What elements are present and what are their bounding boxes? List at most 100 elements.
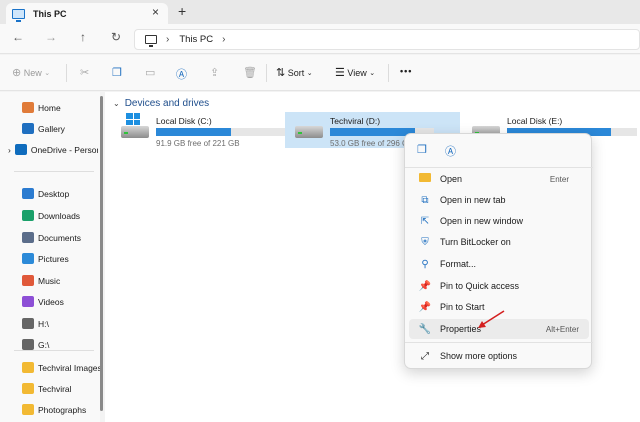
sidebar-item-label: Pictures bbox=[38, 253, 69, 264]
refresh-icon[interactable]: ↻ bbox=[108, 30, 124, 44]
sort-label: Sort bbox=[287, 67, 305, 78]
menu-item-format[interactable]: ⚲ Format... bbox=[409, 254, 589, 274]
chevron-right-icon[interactable]: › bbox=[8, 145, 11, 155]
tab-this-pc[interactable]: This PC × bbox=[6, 3, 168, 24]
menu-item-show-more[interactable]: ⤢ Show more options bbox=[409, 346, 589, 366]
usage-fill bbox=[156, 128, 232, 136]
sidebar-item-home[interactable]: Home bbox=[22, 102, 100, 113]
copy-icon[interactable]: ❐ bbox=[417, 143, 427, 156]
usage-bar bbox=[156, 128, 286, 136]
sidebar-item-label: Photographs bbox=[38, 404, 87, 415]
drive-name: Local Disk (C:) bbox=[156, 116, 212, 126]
sidebar-item-label: Downloads bbox=[38, 210, 81, 221]
up-arrow-icon[interactable]: ↑ bbox=[75, 30, 91, 44]
desktop-icon bbox=[22, 188, 34, 199]
delete-button[interactable]: 🗑 bbox=[243, 66, 257, 79]
menu-item-bitlocker[interactable]: ⛨ Turn BitLocker on bbox=[409, 232, 589, 252]
paste-button[interactable]: ▭ bbox=[145, 66, 155, 79]
menu-item-label: Pin to Quick access bbox=[440, 281, 520, 291]
sidebar-item-music[interactable]: Music📌 bbox=[22, 275, 100, 286]
menu-divider bbox=[405, 167, 593, 168]
video-icon bbox=[22, 296, 34, 307]
back-arrow-icon[interactable]: ← bbox=[10, 30, 26, 44]
folder-icon bbox=[418, 173, 432, 185]
sidebar-item-label: Documents bbox=[38, 232, 81, 243]
this-pc-icon bbox=[12, 8, 25, 22]
sidebar-item-label: H:\ bbox=[38, 318, 49, 329]
sidebar-item-desktop[interactable]: Desktop📌 bbox=[22, 188, 100, 199]
new-tab-icon: ⧉ bbox=[421, 194, 429, 206]
new-button[interactable]: ⊕ New ⌄ bbox=[12, 66, 50, 79]
chevron-down-icon: ⌄ bbox=[44, 69, 51, 77]
sidebar-item-onedrive-personal[interactable]: › OneDrive - Personal bbox=[8, 144, 98, 155]
sidebar-item-label: OneDrive - Personal bbox=[30, 144, 98, 155]
view-label: View bbox=[347, 67, 367, 78]
chevron-right-icon[interactable]: › bbox=[222, 34, 225, 45]
more-options-icon[interactable]: ••• bbox=[400, 66, 412, 76]
section-header[interactable]: ⌄ Devices and drives bbox=[113, 98, 209, 109]
sidebar-scrollbar[interactable] bbox=[100, 96, 103, 411]
rename-button[interactable]: Ⓐ bbox=[176, 66, 187, 82]
sidebar-item-techviral-images[interactable]: Techviral Images bbox=[22, 362, 100, 373]
sort-button[interactable]: ⇅ Sort ⌄ bbox=[276, 66, 313, 79]
navigation-bar: ← → ↑ ↻ › This PC › bbox=[0, 24, 640, 54]
music-icon bbox=[22, 275, 34, 286]
tab-title: This PC bbox=[33, 8, 67, 19]
clipboard-icon: ▭ bbox=[145, 67, 156, 79]
sidebar-item-label: Gallery bbox=[38, 123, 65, 134]
divider bbox=[266, 64, 267, 82]
new-label: New bbox=[23, 67, 42, 78]
menu-divider bbox=[405, 342, 593, 343]
scissors-icon: ✂ bbox=[80, 67, 90, 79]
breadcrumb-this-pc[interactable]: This PC bbox=[179, 34, 213, 45]
copy-button[interactable]: ❐ bbox=[112, 66, 122, 79]
menu-item-label: Format... bbox=[440, 259, 477, 269]
sidebar-item-label: Home bbox=[38, 102, 61, 113]
sidebar-item-label: Techviral bbox=[38, 383, 72, 394]
close-tab-icon[interactable]: × bbox=[152, 5, 159, 19]
menu-item-open-new-window[interactable]: ⇱ Open in new window bbox=[409, 211, 589, 231]
context-menu: ❐ Ⓐ Open Enter ⧉ Open in new tab ⇱ Open … bbox=[404, 133, 593, 369]
chevron-down-icon: ⌄ bbox=[113, 99, 120, 108]
sidebar-item-downloads[interactable]: Downloads📌 bbox=[22, 210, 100, 221]
new-tab-icon[interactable]: + bbox=[178, 3, 186, 19]
monitor-icon bbox=[145, 35, 157, 47]
sort-icon: ⇅ bbox=[276, 67, 286, 79]
menu-item-open-new-tab[interactable]: ⧉ Open in new tab bbox=[409, 190, 589, 210]
view-list-icon: ☰ bbox=[335, 67, 345, 79]
sidebar-item-label: Music bbox=[38, 275, 61, 286]
menu-item-open[interactable]: Open Enter bbox=[409, 169, 589, 189]
menu-item-label: Properties bbox=[440, 324, 482, 334]
forward-arrow-icon[interactable]: → bbox=[43, 30, 59, 44]
sidebar-item-videos[interactable]: Videos📌 bbox=[22, 296, 100, 307]
share-button[interactable]: ⇪ bbox=[210, 66, 219, 79]
chevron-right-icon[interactable]: › bbox=[166, 34, 169, 45]
annotation-arrow-icon bbox=[478, 310, 505, 328]
sidebar-item-photographs[interactable]: Photographs bbox=[22, 404, 100, 415]
sidebar-item-h[interactable]: H:\📌 bbox=[22, 318, 100, 329]
cut-button[interactable]: ✂ bbox=[80, 66, 89, 79]
menu-item-label: Show more options bbox=[440, 351, 518, 361]
rename-icon[interactable]: Ⓐ bbox=[445, 143, 456, 159]
view-button[interactable]: ☰ View ⌄ bbox=[335, 66, 375, 79]
drive-c[interactable]: Local Disk (C:) 91.9 GB free of 221 GB bbox=[111, 112, 287, 148]
sidebar-item-techviral[interactable]: Techviral bbox=[22, 383, 100, 394]
tab-strip: This PC × + bbox=[0, 0, 640, 24]
sidebar-divider bbox=[14, 171, 94, 172]
cloud-icon bbox=[14, 144, 27, 155]
sidebar-item-g[interactable]: G:\📌 bbox=[22, 339, 100, 350]
address-bar[interactable]: › This PC › bbox=[134, 29, 640, 50]
sidebar-divider bbox=[14, 350, 94, 351]
shortcut-label: Alt+Enter bbox=[545, 324, 579, 334]
chevron-down-icon: ⌄ bbox=[369, 69, 376, 77]
sidebar-item-label: Techviral Images bbox=[38, 362, 100, 373]
usage-fill bbox=[330, 128, 416, 136]
command-bar: ⊕ New ⌄ ✂ ❐ ▭ Ⓐ ⇪ 🗑 ⇅ Sort ⌄ ☰ View ⌄ ••… bbox=[0, 55, 640, 91]
document-icon bbox=[22, 232, 34, 243]
menu-item-pin-quick-access[interactable]: 📌 Pin to Quick access bbox=[409, 276, 589, 296]
sidebar-item-label: Videos bbox=[38, 296, 64, 307]
format-icon: ⚲ bbox=[421, 258, 429, 270]
sidebar-item-gallery[interactable]: Gallery bbox=[22, 123, 100, 134]
sidebar-item-documents[interactable]: Documents📌 bbox=[22, 232, 100, 243]
sidebar-item-pictures[interactable]: Pictures📌 bbox=[22, 253, 100, 264]
